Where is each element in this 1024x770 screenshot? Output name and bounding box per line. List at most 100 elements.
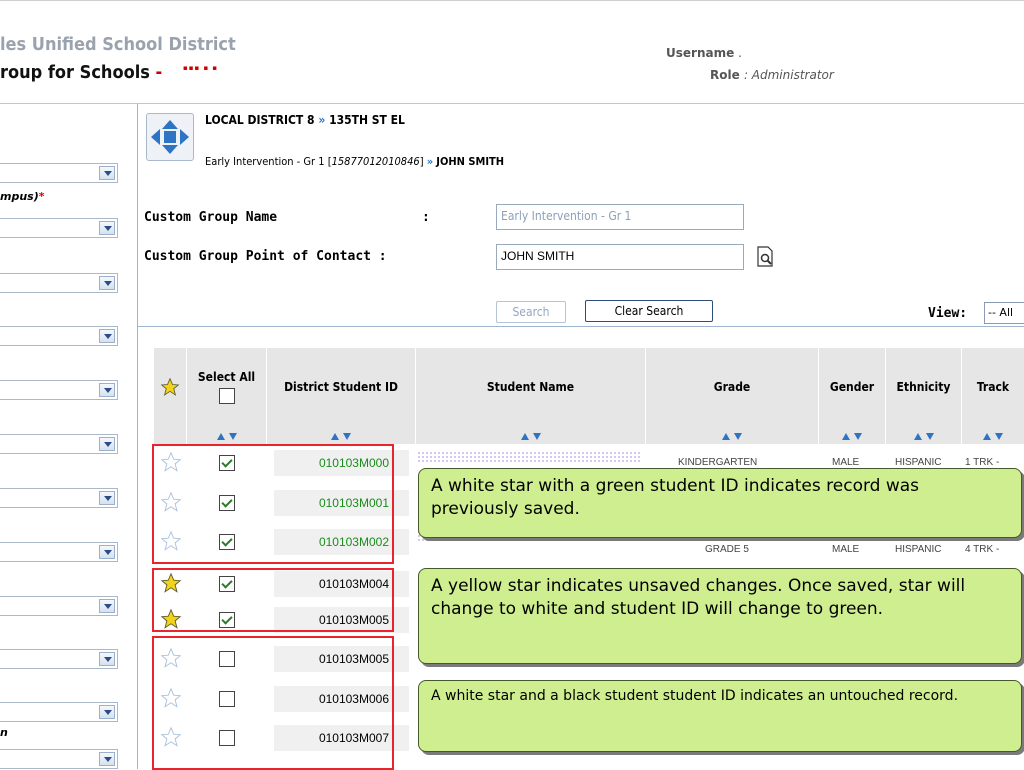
breadcrumb-group-close: ] <box>419 155 424 168</box>
filter-select-3[interactable] <box>0 273 118 293</box>
sort-arrows-icon[interactable] <box>981 432 1005 440</box>
sort-arrows-icon[interactable] <box>912 432 936 440</box>
chevron-down-icon[interactable] <box>99 383 115 397</box>
chevron-down-icon[interactable] <box>99 221 115 235</box>
sort-arrows-icon[interactable] <box>519 432 543 440</box>
ethnicity-cell-row1: HISPANIC <box>895 457 942 468</box>
saved-rows-highlight <box>152 444 394 564</box>
lookup-icon[interactable] <box>756 246 776 268</box>
select-all-checkbox[interactable] <box>218 388 235 404</box>
chevron-down-icon[interactable] <box>99 276 115 290</box>
sort-arrows-icon[interactable] <box>215 432 239 440</box>
unsaved-rows-highlight <box>152 568 394 632</box>
sort-gender[interactable] <box>819 426 886 444</box>
track-cell-row3: 4 TRK - <box>965 544 1000 555</box>
app-brand-line: roup for Schools - <box>0 62 162 83</box>
contact-label: Custom Group Point of Contact : <box>144 249 387 264</box>
unsaved-callout: A yellow star indicates unsaved changes.… <box>418 568 1022 664</box>
username-label: Username <box>666 46 735 60</box>
filter-sidebar: mpus)* n <box>0 103 138 769</box>
filter-select-campus[interactable] <box>0 218 118 238</box>
app-brand-text: roup for Schools <box>0 62 150 83</box>
filter-select-11[interactable] <box>0 702 118 722</box>
brand-mark: ▪▪▪ ▪ ▪ <box>183 64 219 72</box>
untouched-rows-highlight <box>152 636 394 770</box>
student-name-cell <box>417 451 641 463</box>
track-cell-row1: 1 TRK - <box>965 457 1000 468</box>
grade-cell-row1: KINDERGARTEN <box>678 457 758 468</box>
star-header <box>154 348 187 426</box>
chevron-down-icon[interactable] <box>99 491 115 505</box>
chevron-down-icon[interactable] <box>99 705 115 719</box>
app-brand-dash: - <box>149 62 163 83</box>
breadcrumb-separator: » <box>318 113 326 127</box>
chevron-down-icon[interactable] <box>99 437 115 451</box>
campus-filter-label: mpus)* <box>0 190 45 203</box>
breadcrumb-separator: » <box>426 155 434 168</box>
chevron-down-icon[interactable] <box>99 329 115 343</box>
breadcrumb-group-name[interactable]: Early Intervention - Gr 1 [ <box>205 155 332 168</box>
required-marker: * <box>38 190 45 203</box>
lookup-graphic <box>757 246 773 267</box>
grade-header[interactable]: Grade <box>646 348 819 426</box>
sort-track[interactable] <box>962 426 1024 444</box>
filter-select-1[interactable] <box>0 163 118 183</box>
sort-select-all[interactable] <box>187 426 267 444</box>
filter-select-7[interactable] <box>0 488 118 508</box>
ethnicity-cell-row3: HISPANIC <box>895 544 942 555</box>
sort-district-id[interactable] <box>267 426 416 444</box>
clear-search-button[interactable]: Clear Search <box>585 300 713 322</box>
filter-select-10[interactable] <box>0 649 118 669</box>
breadcrumb-district[interactable]: LOCAL DISTRICT 8 <box>205 113 315 127</box>
search-button[interactable]: Search <box>496 301 566 323</box>
district-brand-line: les Unified School District <box>0 34 236 55</box>
username-display: Username . <box>666 46 742 60</box>
track-header[interactable]: Track <box>962 348 1024 426</box>
filter-select-6[interactable] <box>0 434 118 454</box>
breadcrumb-contact: JOHN SMITH <box>436 155 505 168</box>
select-all-label: Select All <box>197 370 256 384</box>
role-value: : Administrator <box>743 68 834 82</box>
filter-select-12[interactable] <box>0 749 118 769</box>
filter-select-8[interactable] <box>0 542 118 562</box>
gender-header[interactable]: Gender <box>819 348 886 426</box>
username-value: . <box>734 46 742 60</box>
campus-label-text: mpus) <box>0 190 39 203</box>
sort-arrows-icon[interactable] <box>329 432 353 440</box>
breadcrumb-group: Early Intervention - Gr 1 [1587701201084… <box>205 155 504 168</box>
last-filter-label: n <box>0 726 8 739</box>
gender-cell-row3: MALE <box>832 544 860 555</box>
sort-grade[interactable] <box>646 426 819 444</box>
navigation-arrows-icon[interactable] <box>146 113 194 161</box>
chevron-down-icon[interactable] <box>99 752 115 766</box>
star-icon <box>160 377 180 396</box>
nav-arrows-graphic <box>151 120 189 154</box>
chevron-down-icon[interactable] <box>99 599 115 613</box>
grade-cell-row3: GRADE 5 <box>705 544 749 555</box>
gender-cell-row1: MALE <box>832 457 860 468</box>
filter-select-4[interactable] <box>0 326 118 346</box>
breadcrumb-school[interactable]: 135TH ST EL <box>329 113 405 127</box>
group-name-label: Custom Group Name <box>144 210 278 225</box>
student-name-header[interactable]: Student Name <box>416 348 646 426</box>
sort-arrows-icon[interactable] <box>840 432 864 440</box>
ethnicity-header[interactable]: Ethnicity <box>886 348 962 426</box>
chevron-down-icon[interactable] <box>99 166 115 180</box>
view-select[interactable]: -- All <box>984 302 1024 324</box>
sort-student-name[interactable] <box>416 426 646 444</box>
group-name-colon: : <box>422 210 430 225</box>
sort-arrows-icon[interactable] <box>720 432 744 440</box>
breadcrumb-group-id: 15877012010846 <box>331 155 420 168</box>
sort-cell <box>154 426 187 444</box>
group-name-input[interactable]: Early Intervention - Gr 1 <box>496 204 744 230</box>
filter-select-5[interactable] <box>0 380 118 400</box>
chevron-down-icon[interactable] <box>99 652 115 666</box>
district-id-header[interactable]: District Student ID <box>267 348 416 426</box>
contact-input[interactable]: JOHN SMITH <box>496 244 744 270</box>
saved-callout: A white star with a green student ID ind… <box>418 468 1022 538</box>
select-all-header: Select All <box>187 348 267 426</box>
chevron-down-icon[interactable] <box>99 545 115 559</box>
filter-select-9[interactable] <box>0 596 118 616</box>
sort-ethnicity[interactable] <box>886 426 962 444</box>
role-display: Role : Administrator <box>710 68 834 82</box>
